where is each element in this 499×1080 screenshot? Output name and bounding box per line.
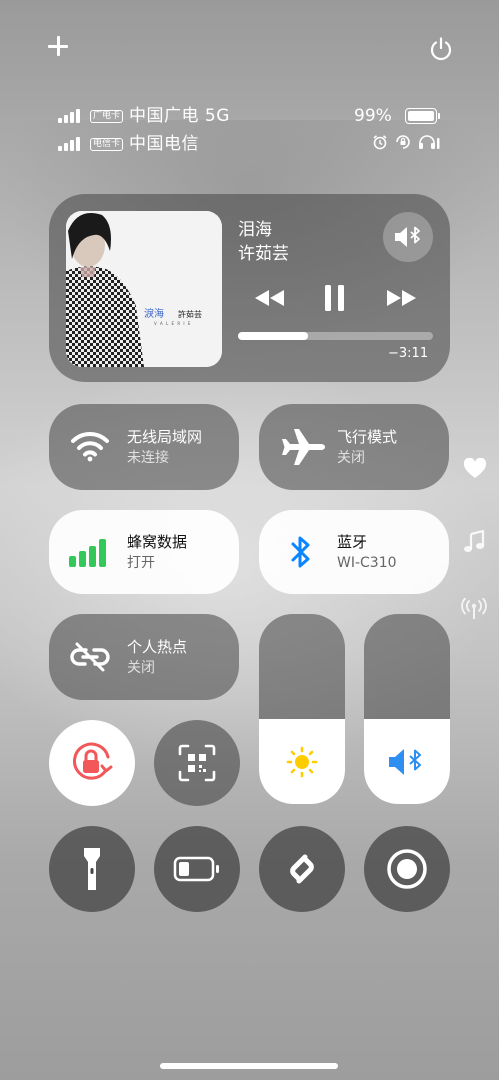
flashlight-icon [84, 848, 100, 890]
home-indicator[interactable] [160, 1063, 338, 1069]
plus-icon[interactable] [44, 32, 72, 60]
album-script-text: 淚海 [144, 307, 164, 320]
bluetooth-tile[interactable]: 蓝牙 WI-C310 [259, 510, 449, 594]
sim-tag-1: 广电卡 [90, 109, 124, 123]
hotspot-link-icon [70, 642, 110, 672]
airplane-icon [282, 429, 325, 465]
signal-icon [58, 109, 84, 123]
low-power-mode-button[interactable] [154, 826, 240, 912]
carrier-name-1: 中国广电 5G [129, 106, 230, 126]
carrier-row-1: 广电卡 中国广电 5G [58, 106, 230, 126]
speaker-bluetooth-icon [395, 226, 420, 247]
battery-icon [173, 856, 219, 882]
record-icon [387, 849, 427, 889]
hotspot-status: 关闭 [127, 660, 155, 676]
alarm-icon [373, 135, 387, 150]
airplane-title: 飞行模式 [337, 428, 398, 446]
signal-icon [58, 137, 84, 151]
pause-icon[interactable] [323, 284, 347, 312]
bluetooth-title: 蓝牙 [337, 533, 368, 551]
sim-tag-2: 电信卡 [90, 137, 124, 151]
hotspot-title: 个人热点 [127, 638, 188, 656]
wifi-icon [71, 431, 109, 462]
power-icon[interactable] [428, 36, 454, 62]
audio-output-button[interactable] [383, 212, 433, 262]
song-artist: 许茹芸 [238, 244, 289, 264]
next-icon[interactable] [384, 289, 418, 307]
rotation-lock-icon [396, 135, 410, 149]
progress-fill [238, 332, 309, 340]
battery-percent: 99% [354, 106, 392, 126]
shazam-icon [290, 854, 314, 884]
time-remaining: −3:11 [388, 346, 429, 361]
wifi-title: 无线局域网 [127, 428, 203, 446]
wifi-status: 未连接 [127, 450, 169, 466]
carrier-row-2: 电信卡 中国电信 [58, 134, 199, 154]
airplane-status: 关闭 [337, 450, 365, 466]
sun-icon [286, 746, 318, 778]
qr-scanner-button[interactable] [154, 720, 240, 806]
bluetooth-device: WI-C310 [337, 555, 397, 571]
status-icons [372, 134, 440, 150]
cellular-signal-icon [69, 539, 106, 567]
personal-hotspot-tile[interactable]: 个人热点 关闭 [49, 614, 239, 700]
previous-icon[interactable] [253, 289, 287, 307]
album-romanized-text: V A L E R I E [154, 321, 191, 326]
cellular-status: 打开 [127, 555, 155, 571]
wifi-tile[interactable]: 无线局域网 未连接 [49, 404, 239, 490]
cellular-data-tile[interactable]: 蜂窝数据 打开 [49, 510, 239, 594]
screen-record-button[interactable] [364, 826, 450, 912]
battery-icon [405, 108, 440, 124]
bluetooth-icon [291, 536, 310, 568]
brightness-slider[interactable] [259, 614, 345, 804]
album-art[interactable]: 淚海 許茹芸 V A L E R I E [66, 211, 222, 367]
qr-code-icon [178, 744, 216, 782]
flashlight-button[interactable] [49, 826, 135, 912]
airplane-mode-tile[interactable]: 飞行模式 关闭 [259, 404, 449, 490]
album-artist-text: 許茹芸 [178, 309, 202, 319]
headphones-icon [419, 135, 440, 149]
speaker-bluetooth-icon [389, 749, 421, 775]
rotation-lock-icon [73, 742, 113, 780]
album-cover-image: 淚海 許茹芸 V A L E R I E [66, 211, 222, 367]
volume-slider[interactable] [364, 614, 450, 804]
shazam-button[interactable] [259, 826, 345, 912]
playback-progress[interactable] [238, 332, 433, 340]
rotation-lock-button[interactable] [49, 720, 135, 806]
music-note-icon[interactable] [463, 530, 485, 554]
broadcast-icon[interactable] [461, 598, 487, 620]
carrier-name-2: 中国电信 [129, 134, 200, 154]
song-title: 泪海 [238, 220, 272, 240]
heart-icon[interactable] [463, 458, 487, 480]
cellular-title: 蜂窝数据 [127, 533, 188, 551]
